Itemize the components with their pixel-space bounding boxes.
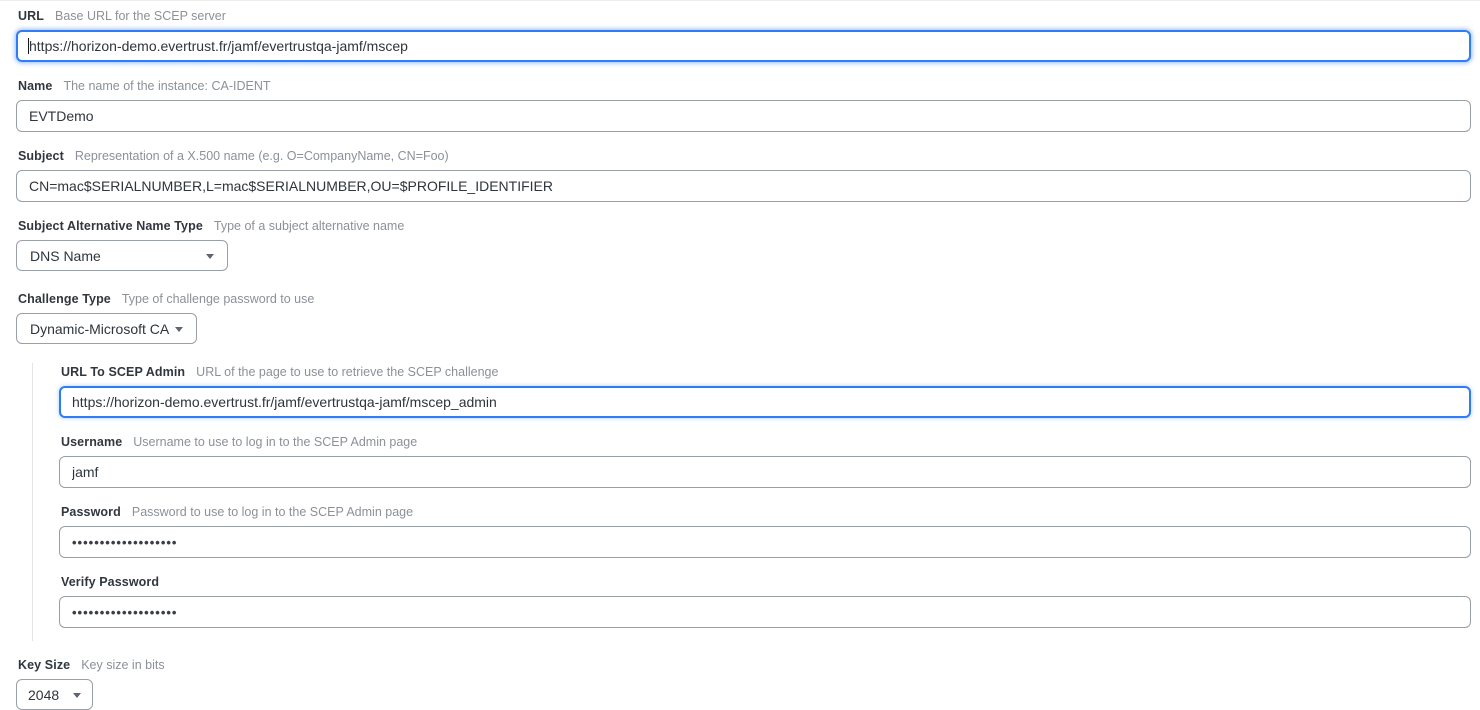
subject-field: Subject Representation of a X.500 name (… (16, 149, 1471, 202)
challenge-type-hint: Type of challenge password to use (122, 292, 314, 306)
url-label: URL (18, 9, 44, 23)
username-field-head: Username Username to use to log in to th… (61, 435, 1471, 449)
username-hint: Username to use to log in to the SCEP Ad… (133, 435, 417, 449)
challenge-type-select[interactable]: Dynamic-Microsoft CA (16, 313, 197, 344)
username-label: Username (61, 435, 122, 449)
scep-admin-subsection: URL To SCEP Admin URL of the page to use… (32, 363, 1471, 641)
password-field-head: Password Password to use to log in to th… (61, 505, 1471, 519)
url-field-head: URL Base URL for the SCEP server (18, 9, 1471, 23)
subject-field-head: Subject Representation of a X.500 name (… (18, 149, 1471, 163)
url-input[interactable] (16, 30, 1471, 62)
key-size-field-head: Key Size Key size in bits (18, 658, 1471, 672)
chevron-down-icon (175, 327, 183, 332)
subject-hint: Representation of a X.500 name (e.g. O=C… (75, 149, 449, 163)
name-field-head: Name The name of the instance: CA-IDENT (18, 79, 1471, 93)
password-field: Password Password to use to log in to th… (59, 505, 1471, 558)
url-field: URL Base URL for the SCEP server (16, 9, 1471, 62)
key-size-label: Key Size (18, 658, 70, 672)
password-label: Password (61, 505, 121, 519)
scep-admin-url-input[interactable] (59, 386, 1471, 418)
scep-admin-url-field: URL To SCEP Admin URL of the page to use… (59, 365, 1471, 418)
name-input[interactable] (16, 100, 1471, 132)
challenge-type-selected-value: Dynamic-Microsoft CA (30, 321, 169, 337)
key-size-field: Key Size Key size in bits 2048 (16, 658, 1471, 710)
challenge-type-label: Challenge Type (18, 292, 111, 306)
challenge-type-field: Challenge Type Type of challenge passwor… (16, 292, 1471, 344)
san-type-selected-value: DNS Name (30, 248, 101, 264)
name-label: Name (18, 79, 52, 93)
name-field: Name The name of the instance: CA-IDENT (16, 79, 1471, 132)
top-divider (0, 0, 1480, 1)
scep-admin-url-label: URL To SCEP Admin (61, 365, 185, 379)
name-hint: The name of the instance: CA-IDENT (63, 79, 270, 93)
subject-input[interactable] (16, 170, 1471, 202)
san-type-field-head: Subject Alternative Name Type Type of a … (18, 219, 1471, 233)
username-input[interactable] (59, 456, 1471, 488)
san-type-label: Subject Alternative Name Type (18, 219, 203, 233)
url-hint: Base URL for the SCEP server (55, 9, 226, 23)
san-type-hint: Type of a subject alternative name (214, 219, 404, 233)
password-hint: Password to use to log in to the SCEP Ad… (132, 505, 413, 519)
password-input[interactable] (59, 526, 1471, 558)
subject-label: Subject (18, 149, 64, 163)
text-cursor (28, 38, 29, 54)
username-field: Username Username to use to log in to th… (59, 435, 1471, 488)
scep-configuration-form: URL Base URL for the SCEP server Name Th… (0, 0, 1480, 710)
challenge-type-field-head: Challenge Type Type of challenge passwor… (18, 292, 1471, 306)
chevron-down-icon (73, 693, 81, 698)
verify-password-field: Verify Password (59, 575, 1471, 628)
verify-password-label: Verify Password (61, 575, 159, 589)
scep-admin-url-field-head: URL To SCEP Admin URL of the page to use… (61, 365, 1471, 379)
san-type-select[interactable]: DNS Name (16, 240, 228, 271)
verify-password-input[interactable] (59, 596, 1471, 628)
verify-password-field-head: Verify Password (61, 575, 1471, 589)
san-type-field: Subject Alternative Name Type Type of a … (16, 219, 1471, 271)
chevron-down-icon (206, 254, 214, 259)
key-size-hint: Key size in bits (81, 658, 164, 672)
scep-admin-url-hint: URL of the page to use to retrieve the S… (196, 365, 498, 379)
